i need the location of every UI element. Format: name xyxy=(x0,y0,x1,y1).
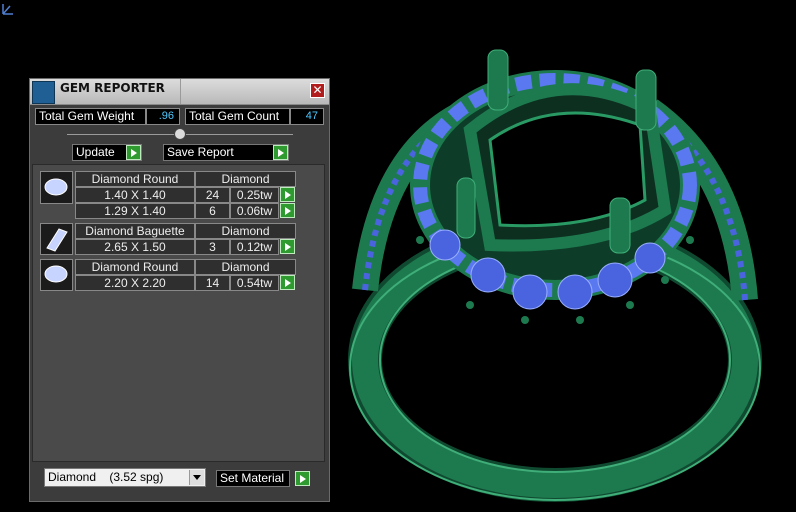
gem-shape: Diamond Baguette xyxy=(75,223,195,239)
row-go-icon[interactable] xyxy=(280,275,295,290)
total-gem-weight-label: Total Gem Weight xyxy=(35,108,146,125)
gem-size: 2.20 X 2.20 xyxy=(75,275,195,291)
update-button[interactable]: Update xyxy=(72,144,142,161)
save-report-button[interactable]: Save Report xyxy=(163,144,289,161)
gem-count: 3 xyxy=(195,239,230,255)
gem-weight: 0.06tw xyxy=(230,203,279,219)
gem-weight: 0.12tw xyxy=(230,239,279,255)
set-material-button[interactable]: Set Material xyxy=(216,470,310,487)
chevron-down-icon[interactable] xyxy=(189,470,204,485)
window-title: GEM REPORTER xyxy=(60,81,165,95)
gem-weight: 0.25tw xyxy=(230,187,279,203)
total-gem-count-value: 47 xyxy=(290,108,324,125)
gem-material: Diamond xyxy=(195,171,296,187)
gem-count: 24 xyxy=(195,187,230,203)
material-select[interactable]: Diamond (3.52 spg) xyxy=(44,468,206,487)
update-button-label: Update xyxy=(76,145,115,159)
gem-material: Diamond xyxy=(195,259,296,275)
close-icon[interactable]: ✕ xyxy=(310,83,325,98)
gem-weight: 0.54tw xyxy=(230,275,279,291)
gem-reporter-panel: GEM REPORTER ✕ Total Gem Weight .96 Tota… xyxy=(29,78,330,502)
save-report-label: Save Report xyxy=(167,145,234,159)
title-divider xyxy=(180,79,181,104)
gem-list: Diamond Round Diamond 1.40 X 1.40 24 0.2… xyxy=(32,164,325,462)
total-gem-weight-value: .96 xyxy=(146,108,180,125)
gem-shape: Diamond Round xyxy=(75,259,195,275)
gem-count: 6 xyxy=(195,203,230,219)
diamond-baguette-icon xyxy=(40,223,73,255)
gem-reporter-icon xyxy=(32,81,55,104)
set-material-go-icon[interactable] xyxy=(295,471,310,486)
save-report-go-icon[interactable] xyxy=(273,145,288,160)
set-material-label: Set Material xyxy=(220,471,285,485)
row-go-icon[interactable] xyxy=(280,239,295,254)
splitter-handle[interactable] xyxy=(174,128,186,140)
update-go-icon[interactable] xyxy=(126,145,141,160)
title-bar[interactable]: GEM REPORTER ✕ xyxy=(30,79,329,105)
gem-size: 1.29 X 1.40 xyxy=(75,203,195,219)
diamond-round-icon xyxy=(40,171,73,204)
material-select-value: Diamond (3.52 spg) xyxy=(48,470,164,484)
gem-size: 1.40 X 1.40 xyxy=(75,187,195,203)
row-go-icon[interactable] xyxy=(280,203,295,218)
gem-shape: Diamond Round xyxy=(75,171,195,187)
gem-size: 2.65 X 1.50 xyxy=(75,239,195,255)
gem-count: 14 xyxy=(195,275,230,291)
diamond-round-icon xyxy=(40,259,73,291)
row-go-icon[interactable] xyxy=(280,187,295,202)
total-gem-count-label: Total Gem Count xyxy=(185,108,290,125)
axis-icon xyxy=(2,4,13,15)
gem-material: Diamond xyxy=(195,223,296,239)
